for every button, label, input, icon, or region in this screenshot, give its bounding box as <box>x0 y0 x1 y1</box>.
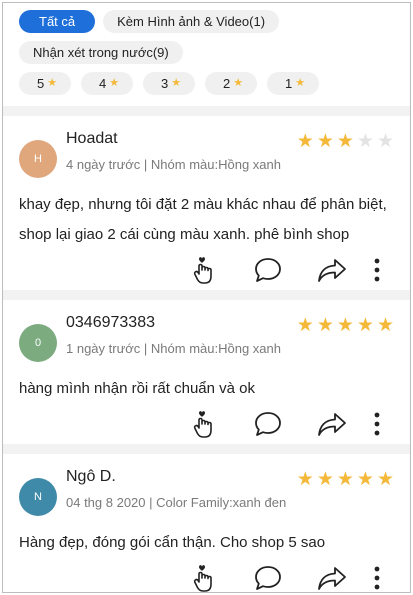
avatar-initial: H <box>34 153 42 165</box>
comment-button[interactable] <box>236 565 300 591</box>
avatar[interactable]: H <box>19 140 57 178</box>
divider <box>3 106 410 116</box>
star-icon: ★ <box>233 77 244 89</box>
share-icon <box>318 413 346 436</box>
filter-1-star[interactable]: 1 ★ <box>267 72 319 95</box>
star-empty-icon: ★ <box>356 131 374 152</box>
star-icon: ★ <box>171 77 182 89</box>
more-options-icon <box>374 258 380 282</box>
review-text: Hàng đẹp, đóng gói cẩn thận. Cho shop 5 … <box>19 534 326 551</box>
filter-all[interactable]: Tất cả <box>19 10 96 33</box>
filter-5-star[interactable]: 5 ★ <box>19 72 71 95</box>
comment-icon <box>255 566 281 590</box>
comment-button[interactable] <box>236 257 300 283</box>
review-item: N Ngô D. 04 thg 8 2020 | Color Family:xa… <box>3 454 410 592</box>
review-text: hàng mình nhận rồi rất chuẩn và ok <box>19 380 255 397</box>
star-filled-icon: ★ <box>316 315 334 336</box>
rating-stars: ★ ★ ★ ★ ★ <box>297 470 394 489</box>
filter-with-media[interactable]: Kèm Hình ảnh & Video(1) <box>103 10 280 33</box>
filter-bar: Tất cả Kèm Hình ảnh & Video(1) Nhận xét … <box>3 3 410 98</box>
divider <box>3 444 410 454</box>
review-actions <box>19 558 394 592</box>
star-filled-icon: ★ <box>376 315 394 336</box>
share-button[interactable] <box>300 565 364 591</box>
star-filled-icon: ★ <box>356 315 374 336</box>
reviewer-name: 0346973383 <box>66 314 155 331</box>
comment-button[interactable] <box>236 411 300 437</box>
filter-3-star-label: 3 <box>161 76 169 91</box>
review-panel: Tất cả Kèm Hình ảnh & Video(1) Nhận xét … <box>2 2 411 593</box>
more-options-button[interactable] <box>364 566 390 590</box>
review-item: 0 0346973383 1 ngày trước | Nhóm màu:Hồn… <box>3 300 410 444</box>
star-filled-icon: ★ <box>296 469 314 490</box>
share-icon <box>318 567 346 590</box>
comment-icon <box>255 412 281 436</box>
filter-4-star[interactable]: 4 ★ <box>81 72 133 95</box>
like-button[interactable] <box>172 255 236 285</box>
more-options-button[interactable] <box>364 258 390 282</box>
comment-icon <box>255 258 281 282</box>
filter-2-star[interactable]: 2 ★ <box>205 72 257 95</box>
filter-domestic[interactable]: Nhận xét trong nước(9) <box>19 41 183 64</box>
avatar-initial: N <box>34 491 42 503</box>
star-empty-icon: ★ <box>376 131 394 152</box>
star-filled-icon: ★ <box>376 469 394 490</box>
star-icon: ★ <box>295 77 306 89</box>
filter-2-star-label: 2 <box>223 76 231 91</box>
review-meta: 04 thg 8 2020 | Color Family:xanh đen <box>66 495 287 510</box>
like-button[interactable] <box>172 409 236 439</box>
filter-1-star-label: 1 <box>285 76 293 91</box>
star-filled-icon: ★ <box>356 469 374 490</box>
divider <box>3 290 410 300</box>
filter-4-star-label: 4 <box>99 76 107 91</box>
rating-stars: ★ ★ ★ ★ ★ <box>297 316 394 335</box>
star-icon: ★ <box>109 77 120 89</box>
share-icon <box>318 259 346 282</box>
more-options-icon <box>374 412 380 436</box>
filter-3-star[interactable]: 3 ★ <box>143 72 195 95</box>
avatar-initial: 0 <box>34 337 42 349</box>
star-filled-icon: ★ <box>316 131 334 152</box>
like-hand-icon <box>193 257 212 284</box>
avatar[interactable]: 0 <box>19 324 57 362</box>
filter-5-star-label: 5 <box>37 76 45 91</box>
share-button[interactable] <box>300 411 364 437</box>
star-filled-icon: ★ <box>296 131 314 152</box>
like-hand-icon <box>193 411 212 438</box>
more-options-button[interactable] <box>364 412 390 436</box>
star-filled-icon: ★ <box>296 315 314 336</box>
more-options-icon <box>374 566 380 590</box>
review-meta: 4 ngày trước | Nhóm màu:Hồng xanh <box>66 157 281 172</box>
review-list: H Hoadat 4 ngày trước | Nhóm màu:Hồng xa… <box>3 116 410 592</box>
star-filled-icon: ★ <box>316 469 334 490</box>
reviewer-name: Hoadat <box>66 130 118 147</box>
star-filled-icon: ★ <box>336 131 354 152</box>
star-filled-icon: ★ <box>336 315 354 336</box>
avatar[interactable]: N <box>19 478 57 516</box>
review-actions <box>19 250 394 290</box>
star-icon: ★ <box>47 77 58 89</box>
review-text: khay đẹp, nhưng tôi đặt 2 màu khác nhau … <box>19 196 387 243</box>
rating-stars: ★ ★ ★ ★ ★ <box>297 132 394 151</box>
reviewer-name: Ngô D. <box>66 468 116 485</box>
share-button[interactable] <box>300 257 364 283</box>
star-filled-icon: ★ <box>336 469 354 490</box>
like-button[interactable] <box>172 563 236 592</box>
review-meta: 1 ngày trước | Nhóm màu:Hồng xanh <box>66 341 281 356</box>
like-hand-icon <box>193 565 212 592</box>
review-actions <box>19 404 394 444</box>
review-item: H Hoadat 4 ngày trước | Nhóm màu:Hồng xa… <box>3 116 410 290</box>
